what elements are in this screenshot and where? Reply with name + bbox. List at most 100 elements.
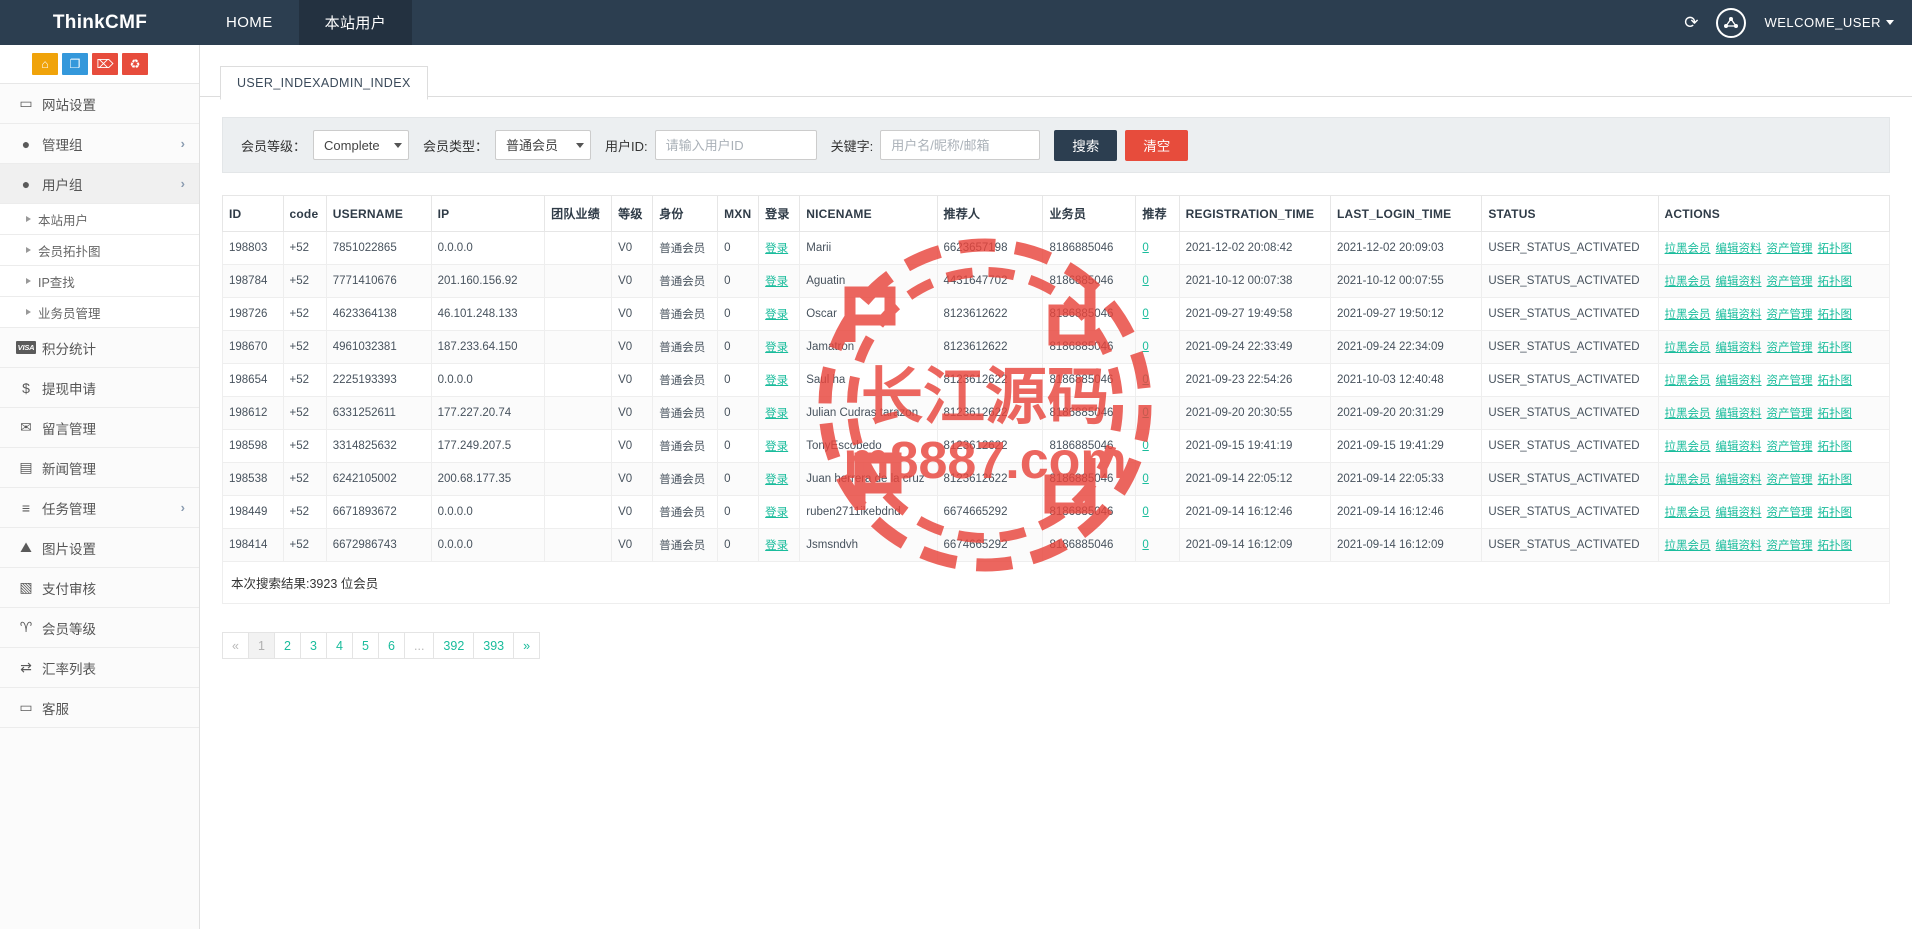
asset-management-link[interactable]: 资产管理 — [1767, 507, 1813, 519]
pagination-page-2[interactable]: 2 — [274, 632, 300, 659]
pagination-page-4[interactable]: 4 — [326, 632, 352, 659]
login-link[interactable]: 登录 — [765, 507, 788, 519]
topnav-item-site-users[interactable]: 本站用户 — [298, 0, 413, 45]
pagination-page-393[interactable]: 393 — [473, 632, 514, 659]
topology-link[interactable]: 拓扑图 — [1818, 507, 1853, 519]
blacklist-member-link[interactable]: 拉黑会员 — [1665, 276, 1711, 288]
blacklist-member-link[interactable]: 拉黑会员 — [1665, 474, 1711, 486]
pagination-page-3[interactable]: 3 — [300, 632, 326, 659]
member-level-select[interactable]: Complete — [313, 130, 410, 160]
edit-profile-link[interactable]: 编辑资料 — [1716, 375, 1762, 387]
sidebar-subitem-2[interactable]: IP查找 — [0, 266, 199, 297]
pagination-next[interactable]: » — [513, 632, 541, 659]
pagination-page-5[interactable]: 5 — [352, 632, 378, 659]
asset-management-link[interactable]: 资产管理 — [1767, 276, 1813, 288]
asset-management-link[interactable]: 资产管理 — [1767, 408, 1813, 420]
recommend-count-link[interactable]: 0 — [1142, 308, 1148, 320]
recommend-count-link[interactable]: 0 — [1142, 341, 1148, 353]
sidebar-lower-item-4[interactable]: ≡ 任务管理 › — [0, 488, 199, 528]
pagination-page-6[interactable]: 6 — [378, 632, 404, 659]
tab-user-index[interactable]: USER_INDEXADMIN_INDEX — [220, 66, 428, 100]
sidebar-lower-item-2[interactable]: ✉ 留言管理 — [0, 408, 199, 448]
pagination-page-392[interactable]: 392 — [433, 632, 474, 659]
topology-link[interactable]: 拓扑图 — [1818, 540, 1853, 552]
keyword-input[interactable] — [880, 130, 1041, 160]
sidebar-lower-item-1[interactable]: $ 提现申请 — [0, 368, 199, 408]
recommend-count-link[interactable]: 0 — [1142, 242, 1148, 254]
login-link[interactable]: 登录 — [765, 309, 788, 321]
search-button[interactable]: 搜索 — [1054, 129, 1118, 161]
topology-link[interactable]: 拓扑图 — [1818, 408, 1853, 420]
refresh-icon[interactable]: ⟳ — [1684, 14, 1698, 31]
sidebar-item-2[interactable]: ● 用户组 › — [0, 164, 199, 204]
login-link[interactable]: 登录 — [765, 441, 788, 453]
topology-link[interactable]: 拓扑图 — [1818, 309, 1853, 321]
blacklist-member-link[interactable]: 拉黑会员 — [1665, 309, 1711, 321]
edit-profile-link[interactable]: 编辑资料 — [1716, 474, 1762, 486]
topology-link[interactable]: 拓扑图 — [1818, 441, 1853, 453]
login-link[interactable]: 登录 — [765, 474, 788, 486]
home-icon[interactable]: ⌂ — [32, 53, 58, 75]
sidebar-lower-item-5[interactable]: ⛰ 图片设置 — [0, 528, 199, 568]
recommend-count-link[interactable]: 0 — [1142, 275, 1148, 287]
blacklist-member-link[interactable]: 拉黑会员 — [1665, 507, 1711, 519]
topology-link[interactable]: 拓扑图 — [1818, 375, 1853, 387]
topology-link[interactable]: 拓扑图 — [1818, 474, 1853, 486]
login-link[interactable]: 登录 — [765, 243, 788, 255]
recommend-count-link[interactable]: 0 — [1142, 407, 1148, 419]
sidebar-item-1[interactable]: ● 管理组 › — [0, 124, 199, 164]
edit-profile-link[interactable]: 编辑资料 — [1716, 243, 1762, 255]
brand-logo[interactable]: ThinkCMF — [0, 0, 200, 45]
globe-icon[interactable] — [1716, 7, 1747, 38]
asset-management-link[interactable]: 资产管理 — [1767, 441, 1813, 453]
edit-profile-link[interactable]: 编辑资料 — [1716, 276, 1762, 288]
sidebar-lower-item-8[interactable]: ⇄ 汇率列表 — [0, 648, 199, 688]
recycle-icon[interactable]: ♻ — [122, 53, 148, 75]
login-link[interactable]: 登录 — [765, 342, 788, 354]
edit-profile-link[interactable]: 编辑资料 — [1716, 309, 1762, 321]
sidebar-lower-item-9[interactable]: ▭ 客服 — [0, 688, 199, 728]
blacklist-member-link[interactable]: 拉黑会员 — [1665, 375, 1711, 387]
blacklist-member-link[interactable]: 拉黑会员 — [1665, 441, 1711, 453]
sidebar-lower-item-6[interactable]: ▧ 支付审核 — [0, 568, 199, 608]
edit-profile-link[interactable]: 编辑资料 — [1716, 507, 1762, 519]
user-menu[interactable]: WELCOME_USER — [1764, 15, 1894, 30]
login-link[interactable]: 登录 — [765, 408, 788, 420]
topology-link[interactable]: 拓扑图 — [1818, 243, 1853, 255]
login-link[interactable]: 登录 — [765, 540, 788, 552]
sidebar-lower-item-3[interactable]: ▤ 新闻管理 — [0, 448, 199, 488]
blacklist-member-link[interactable]: 拉黑会员 — [1665, 342, 1711, 354]
recommend-count-link[interactable]: 0 — [1142, 374, 1148, 386]
member-type-select[interactable]: 普通会员 — [495, 130, 592, 160]
asset-management-link[interactable]: 资产管理 — [1767, 243, 1813, 255]
sidebar-subitem-3[interactable]: 业务员管理 — [0, 297, 199, 328]
login-link[interactable]: 登录 — [765, 276, 788, 288]
topology-link[interactable]: 拓扑图 — [1818, 342, 1853, 354]
asset-management-link[interactable]: 资产管理 — [1767, 375, 1813, 387]
sidebar-subitem-1[interactable]: 会员拓扑图 — [0, 235, 199, 266]
edit-profile-link[interactable]: 编辑资料 — [1716, 441, 1762, 453]
asset-management-link[interactable]: 资产管理 — [1767, 309, 1813, 321]
recommend-count-link[interactable]: 0 — [1142, 473, 1148, 485]
edit-profile-link[interactable]: 编辑资料 — [1716, 540, 1762, 552]
sidebar-lower-item-7[interactable]: ♈ 会员等级 — [0, 608, 199, 648]
topnav-item-home[interactable]: HOME — [200, 0, 299, 45]
asset-management-link[interactable]: 资产管理 — [1767, 474, 1813, 486]
blacklist-member-link[interactable]: 拉黑会员 — [1665, 243, 1711, 255]
sidebar-item-0[interactable]: ▭ 网站设置 — [0, 84, 199, 124]
login-link[interactable]: 登录 — [765, 375, 788, 387]
edit-profile-link[interactable]: 编辑资料 — [1716, 408, 1762, 420]
sidebar-lower-item-0[interactable]: VISA 积分统计 — [0, 328, 199, 368]
blacklist-member-link[interactable]: 拉黑会员 — [1665, 408, 1711, 420]
clear-button[interactable]: 清空 — [1125, 129, 1189, 161]
recommend-count-link[interactable]: 0 — [1142, 539, 1148, 551]
blacklist-member-link[interactable]: 拉黑会员 — [1665, 540, 1711, 552]
file-icon[interactable]: ❐ — [62, 53, 88, 75]
asset-management-link[interactable]: 资产管理 — [1767, 540, 1813, 552]
topology-link[interactable]: 拓扑图 — [1818, 276, 1853, 288]
recommend-count-link[interactable]: 0 — [1142, 506, 1148, 518]
recommend-count-link[interactable]: 0 — [1142, 440, 1148, 452]
edit-profile-link[interactable]: 编辑资料 — [1716, 342, 1762, 354]
asset-management-link[interactable]: 资产管理 — [1767, 342, 1813, 354]
trash-icon[interactable]: ⌦ — [92, 53, 118, 75]
